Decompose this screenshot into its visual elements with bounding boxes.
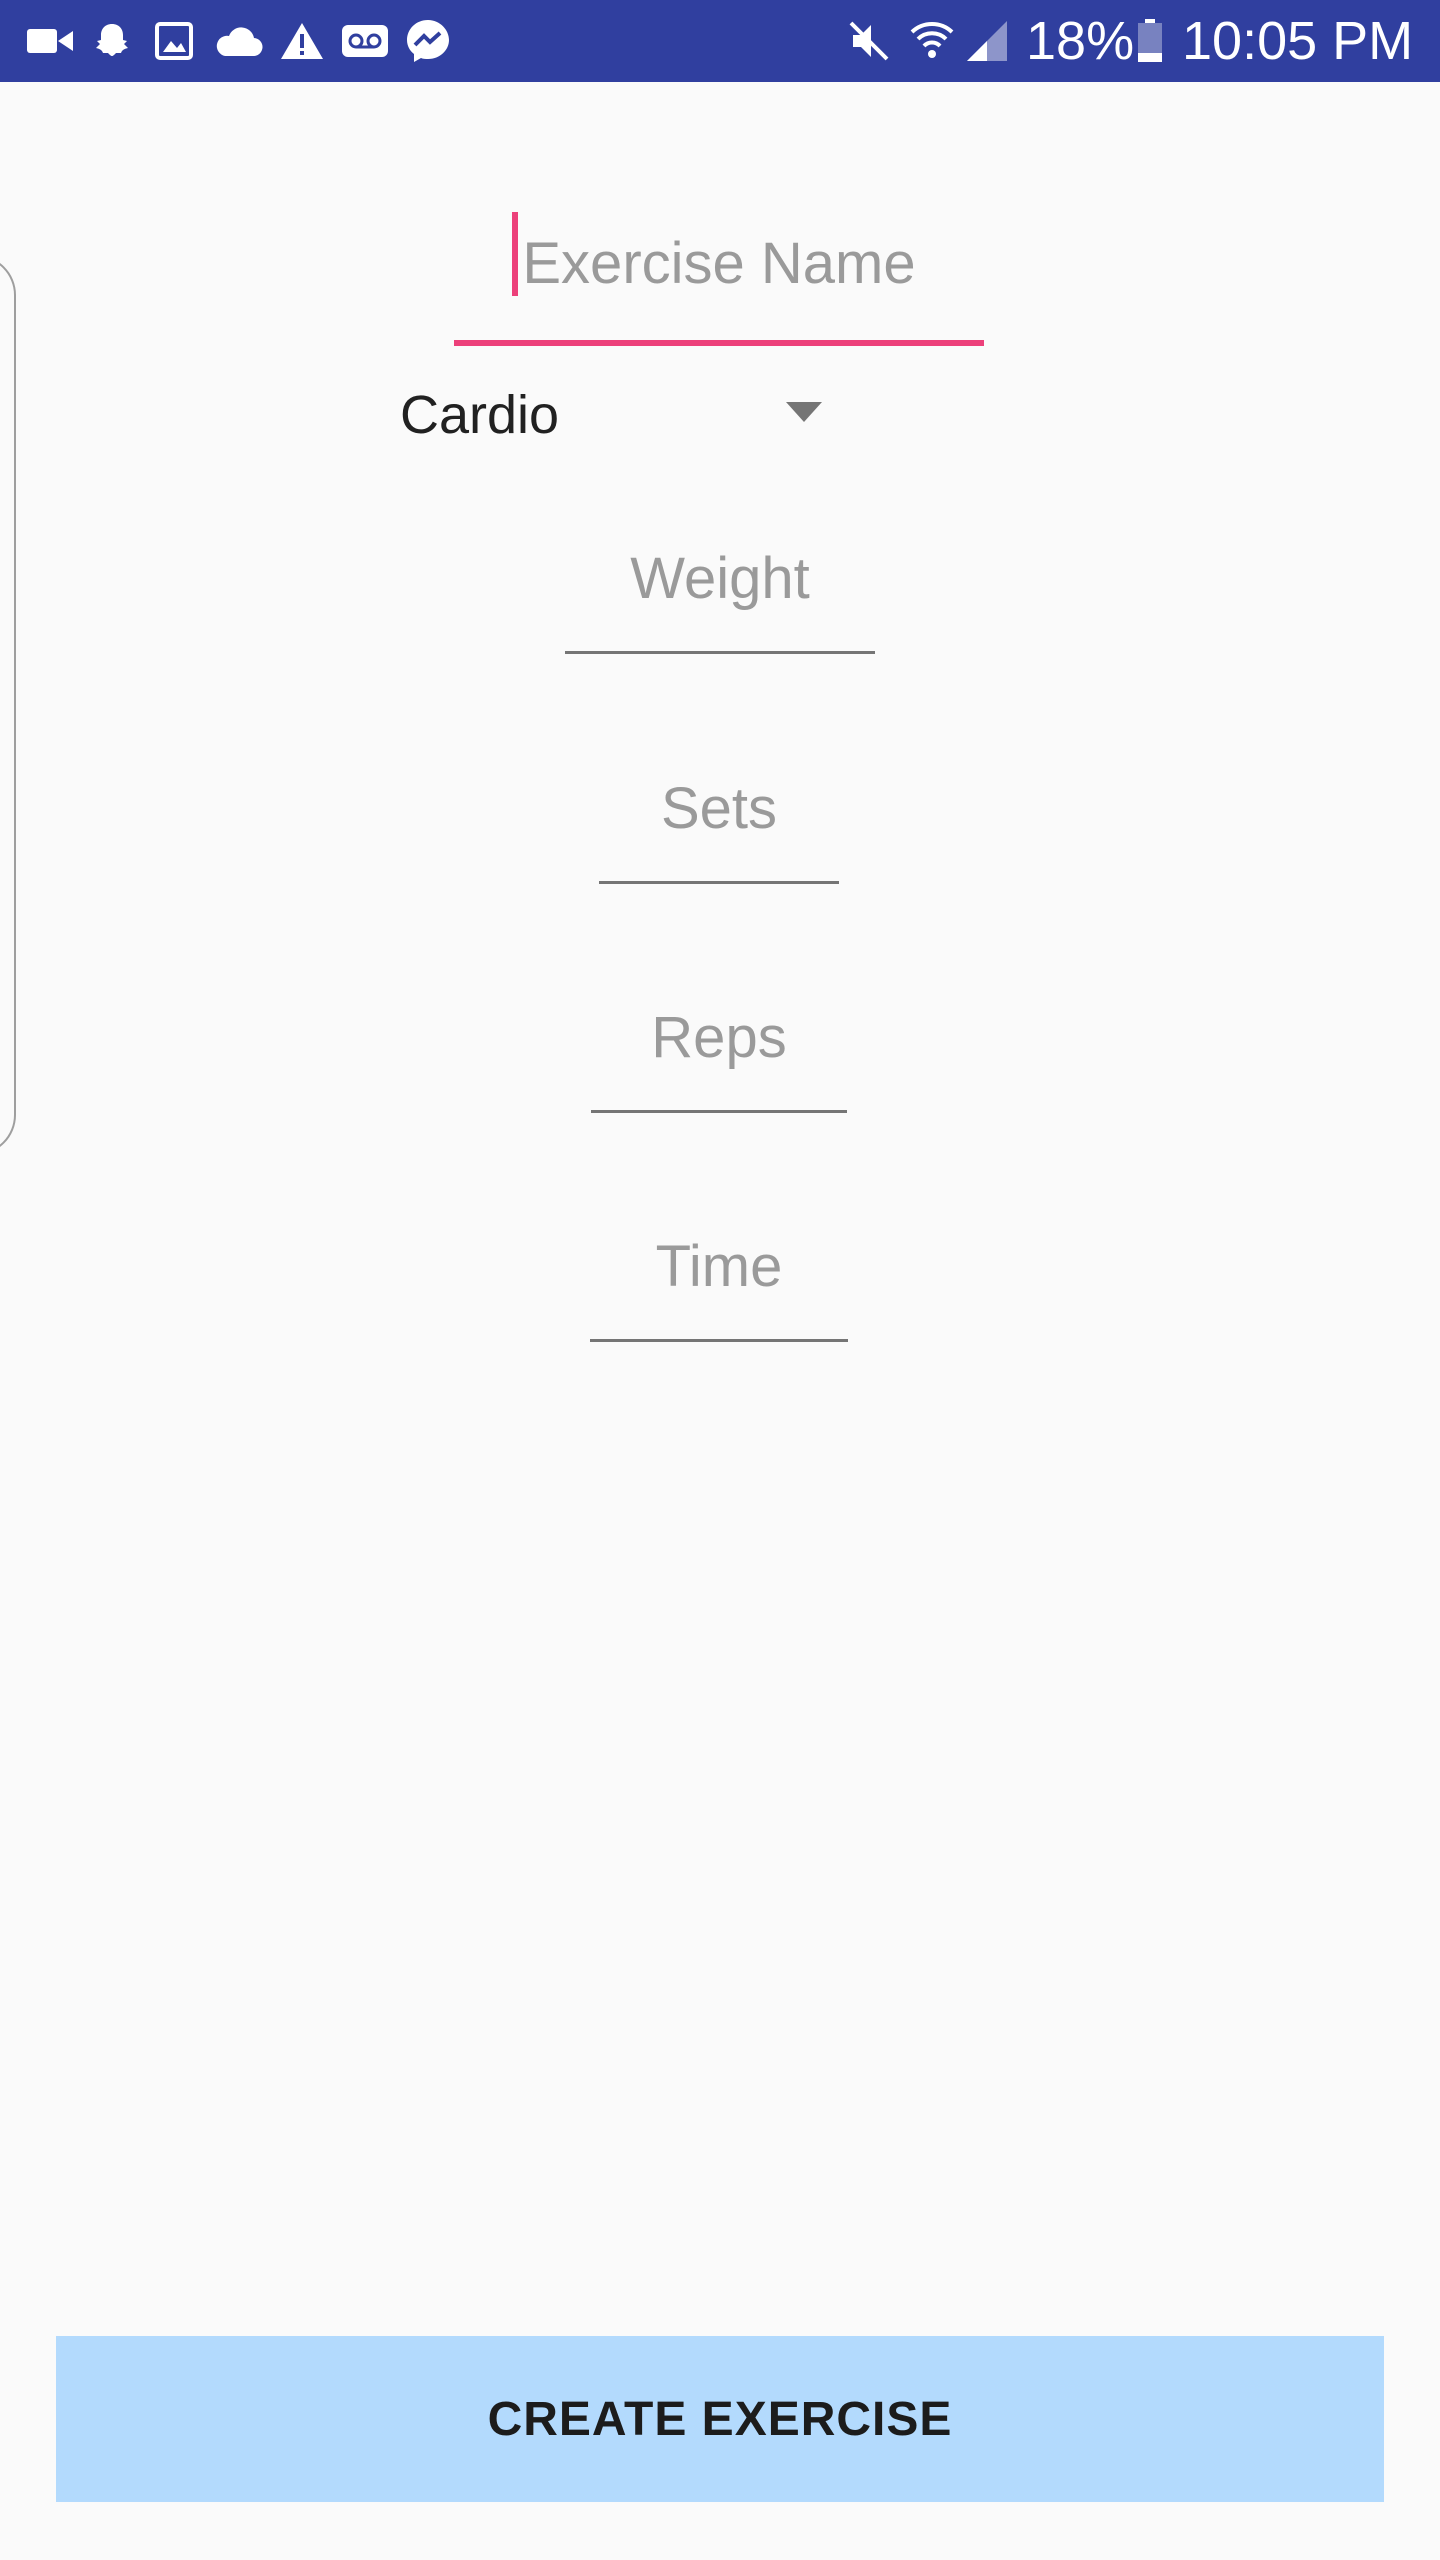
warning-icon: [278, 0, 326, 82]
voicemail-icon: [340, 0, 390, 82]
category-selected-value: Cardio: [400, 385, 560, 445]
time-input[interactable]: [590, 1208, 848, 1324]
reps-input[interactable]: [591, 979, 847, 1095]
messenger-icon: [404, 0, 452, 82]
sets-underline: [599, 881, 839, 884]
exercise-name-underline: [454, 340, 984, 346]
weight-underline: [565, 651, 875, 654]
battery-percent: 18%: [1026, 11, 1135, 71]
snapchat-icon: [90, 0, 134, 82]
wifi-icon: [908, 0, 956, 82]
exercise-name-input[interactable]: [454, 198, 984, 328]
sets-field[interactable]: [599, 750, 839, 884]
edge-panel-handle[interactable]: [0, 255, 16, 1155]
video-icon: [26, 0, 74, 82]
signal-icon: [964, 0, 1010, 82]
time-underline: [590, 1339, 848, 1342]
time-field[interactable]: [590, 1208, 848, 1342]
exercise-name-field[interactable]: [454, 198, 984, 346]
category-dropdown[interactable]: Cardio: [400, 370, 830, 460]
reps-field[interactable]: [591, 979, 847, 1113]
reps-underline: [591, 1110, 847, 1113]
sets-input[interactable]: [599, 750, 839, 866]
clock: 10:05 PM: [1182, 11, 1414, 71]
weight-input[interactable]: [565, 520, 875, 636]
cloud-icon: [212, 0, 264, 82]
dropdown-arrow-icon: [786, 402, 822, 427]
mute-icon: [846, 0, 892, 82]
create-exercise-button[interactable]: CREATE EXERCISE: [56, 2336, 1384, 2502]
battery-icon: [1134, 0, 1166, 82]
image-icon: [152, 0, 196, 82]
status-bar: 18% 10:05 PM: [0, 0, 1440, 82]
weight-field[interactable]: [565, 520, 875, 654]
text-cursor: [512, 212, 518, 296]
